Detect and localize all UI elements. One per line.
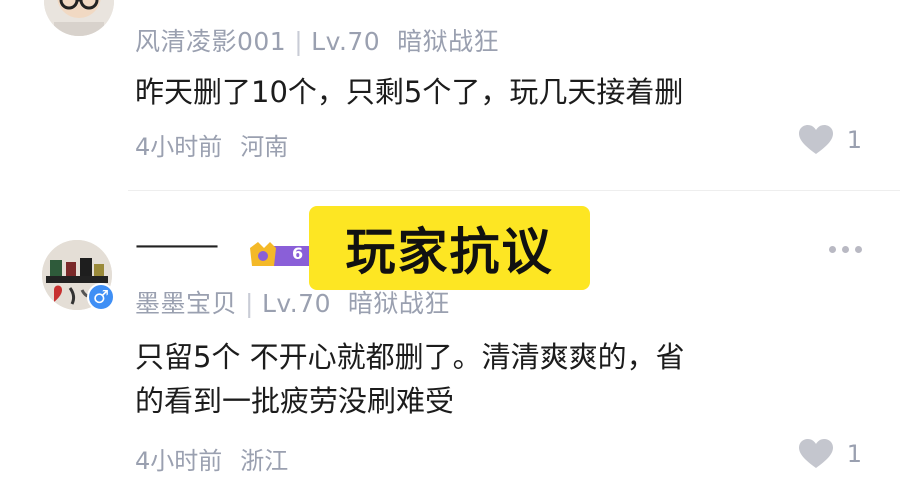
heart-icon: [798, 125, 833, 155]
user-meta: 风清凌影001 | Lv.70 暗狱战狂: [135, 27, 500, 56]
comment-divider: [128, 190, 900, 191]
comment-item-1: 风清凌影001 | Lv.70 暗狱战狂 昨天删了10个，只剩5个了，玩几天接着删 …: [0, 0, 900, 175]
comment-text-line: 只留5个 不开心就都删了。清清爽爽的，省: [135, 340, 685, 374]
comment-text: 昨天删了10个，只剩5个了，玩几天接着删: [135, 75, 684, 109]
username[interactable]: 风清凌影001: [135, 27, 286, 56]
like-count: 1: [846, 126, 862, 154]
crown-badge-icon: 6: [248, 240, 318, 270]
comment-footer: 4小时前 河南: [135, 127, 288, 162]
comment-text: 只留5个 不开心就都删了。清清爽爽的，省 的看到一批疲劳没刷难受: [135, 335, 835, 423]
like-button[interactable]: 1: [798, 439, 862, 469]
caption-banner: 玩家抗议: [309, 206, 590, 290]
comment-location: 河南: [240, 133, 289, 161]
display-name[interactable]: ———: [135, 228, 219, 263]
username[interactable]: 墨墨宝贝: [135, 289, 237, 318]
more-options-icon[interactable]: [829, 246, 862, 253]
user-title: 暗狱战狂: [347, 289, 450, 318]
user-level: Lv.70: [261, 289, 331, 318]
like-button[interactable]: 1: [798, 125, 862, 155]
user-avatar[interactable]: [44, 0, 114, 36]
like-count: 1: [846, 440, 862, 468]
comment-text-line: 的看到一批疲劳没刷难受: [135, 384, 455, 418]
comment-location: 浙江: [240, 447, 289, 475]
comment-footer: 4小时前 浙江: [135, 441, 288, 476]
user-title: 暗狱战狂: [397, 27, 500, 56]
heart-icon: [798, 439, 833, 469]
comment-time: 4小时前: [135, 133, 223, 161]
user-level: Lv.70: [311, 27, 381, 56]
comment-time: 4小时前: [135, 447, 223, 475]
badge-level: 6: [292, 244, 304, 263]
gender-male-icon: ♂: [87, 283, 115, 311]
